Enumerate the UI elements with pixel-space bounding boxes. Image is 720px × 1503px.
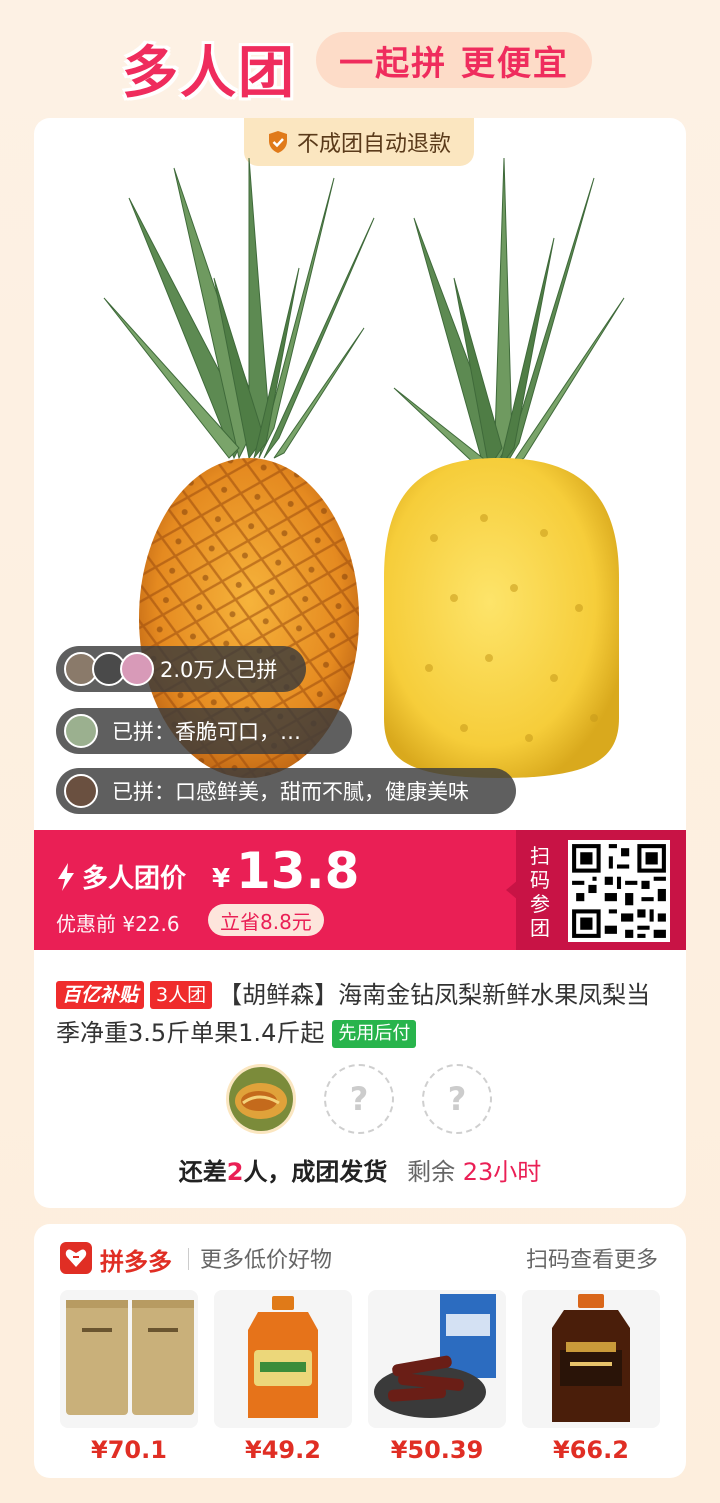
group-price-label: 多人团价 xyxy=(56,858,186,895)
divider xyxy=(188,1248,189,1270)
remaining-time: 23小时 xyxy=(462,1158,542,1186)
subsidy-tag: 百亿补贴 xyxy=(56,981,145,1009)
empty-member-slot: ? xyxy=(324,1064,394,1134)
product-price: ¥66.2 xyxy=(553,1436,629,1464)
slogan-pill: 一起拼 更便宜 xyxy=(316,32,592,88)
qr-code[interactable] xyxy=(568,840,670,942)
buyer-count-text: 2.0万人已拼 xyxy=(160,658,278,682)
missing-count: 2 xyxy=(226,1158,244,1186)
price-bar[interactable]: 多人团价 ¥ 13.8 优惠前 ¥22.6 立省8.8元 扫码参团 xyxy=(34,830,686,950)
pinduoduo-logo-icon xyxy=(60,1242,92,1274)
buyer-review-pill: 已拼：口感鲜美，甜而不腻，健康美味 xyxy=(56,768,516,814)
more-products-card[interactable]: 拼多多 更多低价好物 扫码查看更多 ¥70.1 ¥49.2 ¥50.39 ¥66… xyxy=(34,1224,686,1478)
refund-badge-text: 不成团自动退款 xyxy=(296,132,451,157)
product-item[interactable]: ¥66.2 xyxy=(522,1290,660,1464)
arrow-left-notch-icon xyxy=(506,880,518,900)
shield-check-icon xyxy=(268,131,287,153)
scan-to-join-label: 扫码参团 xyxy=(530,844,550,940)
original-price: 优惠前 ¥22.6 xyxy=(56,912,180,936)
buyer-review-text: 已拼：口感鲜美，甜而不腻，健康美味 xyxy=(112,780,469,804)
product-thumbnail[interactable] xyxy=(368,1290,506,1428)
status-prefix: 还差 xyxy=(178,1158,227,1186)
product-thumbnail[interactable] xyxy=(214,1290,352,1428)
avatar xyxy=(120,652,154,686)
buyer-review-pill: 已拼：香脆可口，… xyxy=(56,708,352,754)
group-buy-logo-title: 多人团 xyxy=(122,41,296,106)
remaining-label: 剩余 xyxy=(407,1158,456,1186)
lightning-icon xyxy=(58,862,74,891)
product-item[interactable]: ¥50.39 xyxy=(368,1290,506,1464)
group-status: 还差2人，成团发货 剩余 23小时 xyxy=(34,1152,686,1187)
status-suffix: 人，成团发货 xyxy=(243,1158,388,1186)
product-price: ¥50.39 xyxy=(390,1436,484,1464)
member-avatar xyxy=(226,1064,296,1134)
currency-symbol: ¥ xyxy=(212,864,231,894)
group-members: ? ? xyxy=(226,1064,492,1134)
product-thumbnail[interactable] xyxy=(60,1290,198,1428)
empty-member-slot: ? xyxy=(422,1064,492,1134)
buyer-count-pill: 2.0万人已拼 xyxy=(56,646,306,692)
scan-more-link[interactable]: 扫码查看更多 xyxy=(526,1242,658,1274)
savings-pill: 立省8.8元 xyxy=(208,904,324,936)
product-item[interactable]: ¥70.1 xyxy=(60,1290,198,1464)
brand-name: 拼多多 xyxy=(100,1248,172,1276)
avatar xyxy=(64,714,98,748)
avatar xyxy=(64,774,98,808)
group-size-tag: 3人团 xyxy=(150,981,213,1009)
pay-later-tag: 先用后付 xyxy=(332,1020,417,1048)
buyer-review-text: 已拼：香脆可口，… xyxy=(112,720,301,744)
product-title[interactable]: 百亿补贴 3人团 【胡鲜森】海南金钻凤梨新鲜水果凤梨当季净重3.5斤单果1.4斤起先… xyxy=(56,976,666,1052)
product-item[interactable]: ¥49.2 xyxy=(214,1290,352,1464)
product-price: ¥49.2 xyxy=(245,1436,321,1464)
member-avatar-image xyxy=(229,1067,293,1131)
group-price-amount: 13.8 xyxy=(236,842,360,900)
scan-to-join-panel[interactable]: 扫码参团 xyxy=(506,830,686,950)
group-price-label-text: 多人团价 xyxy=(82,864,187,894)
page-header: 多人团 一起拼 更便宜 xyxy=(0,0,720,118)
product-card[interactable]: 不成团自动退款 2.0万人已拼 已拼：香脆可口，… 已拼：口感鲜美，甜而不腻，健… xyxy=(34,118,686,1208)
product-price: ¥70.1 xyxy=(91,1436,167,1464)
product-thumbnail[interactable] xyxy=(522,1290,660,1428)
more-subtitle: 更多低价好物 xyxy=(200,1248,333,1273)
product-list: ¥70.1 ¥49.2 ¥50.39 ¥66.2 xyxy=(60,1290,660,1464)
